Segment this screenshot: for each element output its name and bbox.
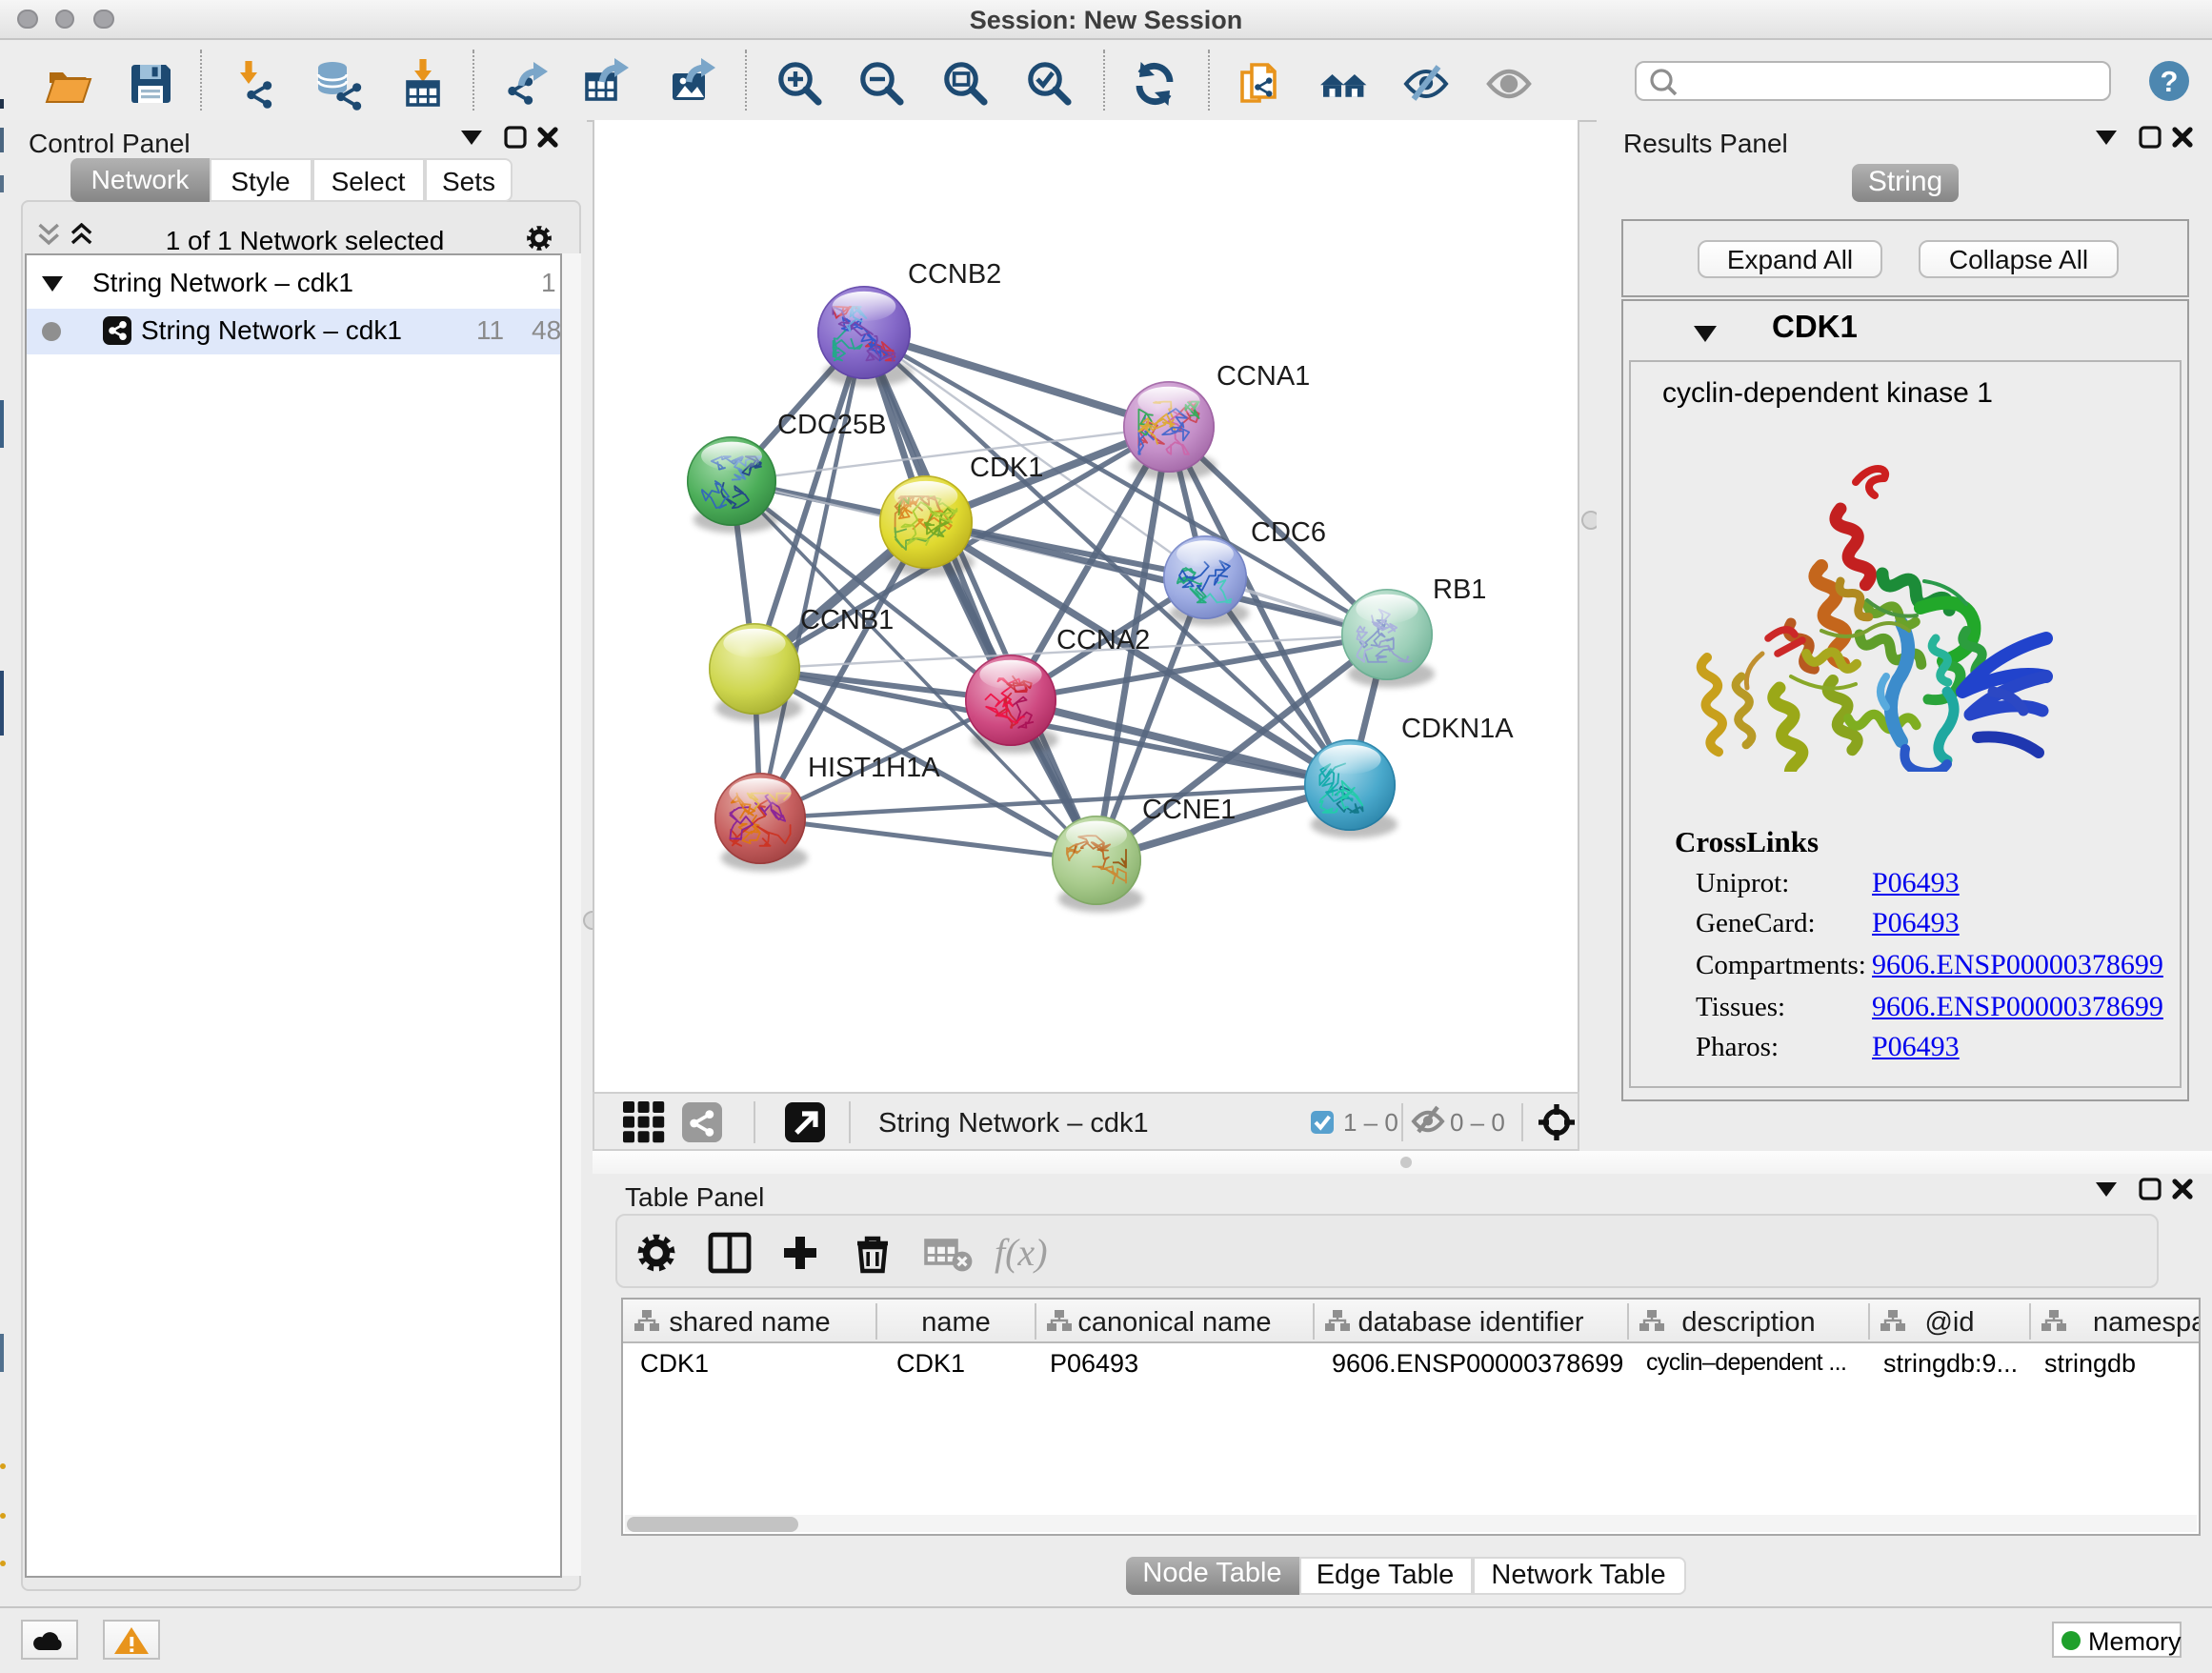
svg-text:CDC6: CDC6 [1251, 517, 1326, 548]
svg-text:namespace: namespace [2093, 1307, 2199, 1338]
svg-text:CCNB1: CCNB1 [800, 605, 894, 635]
svg-text:RB1: RB1 [1433, 574, 1486, 605]
svg-text:CDC25B: CDC25B [777, 410, 886, 440]
svg-text:1 – 0: 1 – 0 [1343, 1108, 1398, 1137]
svg-text:@id: @id [1924, 1307, 1974, 1338]
svg-text:CCNA2: CCNA2 [1056, 625, 1150, 655]
svg-text:f(x): f(x) [995, 1231, 1048, 1274]
svg-text:database identifier: database identifier [1358, 1307, 1584, 1338]
svg-text:CCNA1: CCNA1 [1217, 361, 1310, 392]
svg-text:CDK1: CDK1 [970, 453, 1043, 483]
svg-text:shared name: shared name [669, 1307, 830, 1338]
svg-text:?: ? [2161, 65, 2179, 98]
svg-text:description: description [1681, 1307, 1815, 1338]
svg-text:0 – 0: 0 – 0 [1450, 1108, 1505, 1137]
svg-text:name: name [921, 1307, 991, 1338]
svg-text:CDKN1A: CDKN1A [1401, 714, 1514, 744]
svg-text:HIST1H1A: HIST1H1A [808, 753, 940, 783]
svg-text:CCNE1: CCNE1 [1142, 795, 1236, 825]
svg-text:canonical name: canonical name [1077, 1307, 1271, 1338]
svg-text:String Network – cdk1: String Network – cdk1 [878, 1108, 1149, 1139]
svg-text:CCNB2: CCNB2 [908, 259, 1001, 290]
